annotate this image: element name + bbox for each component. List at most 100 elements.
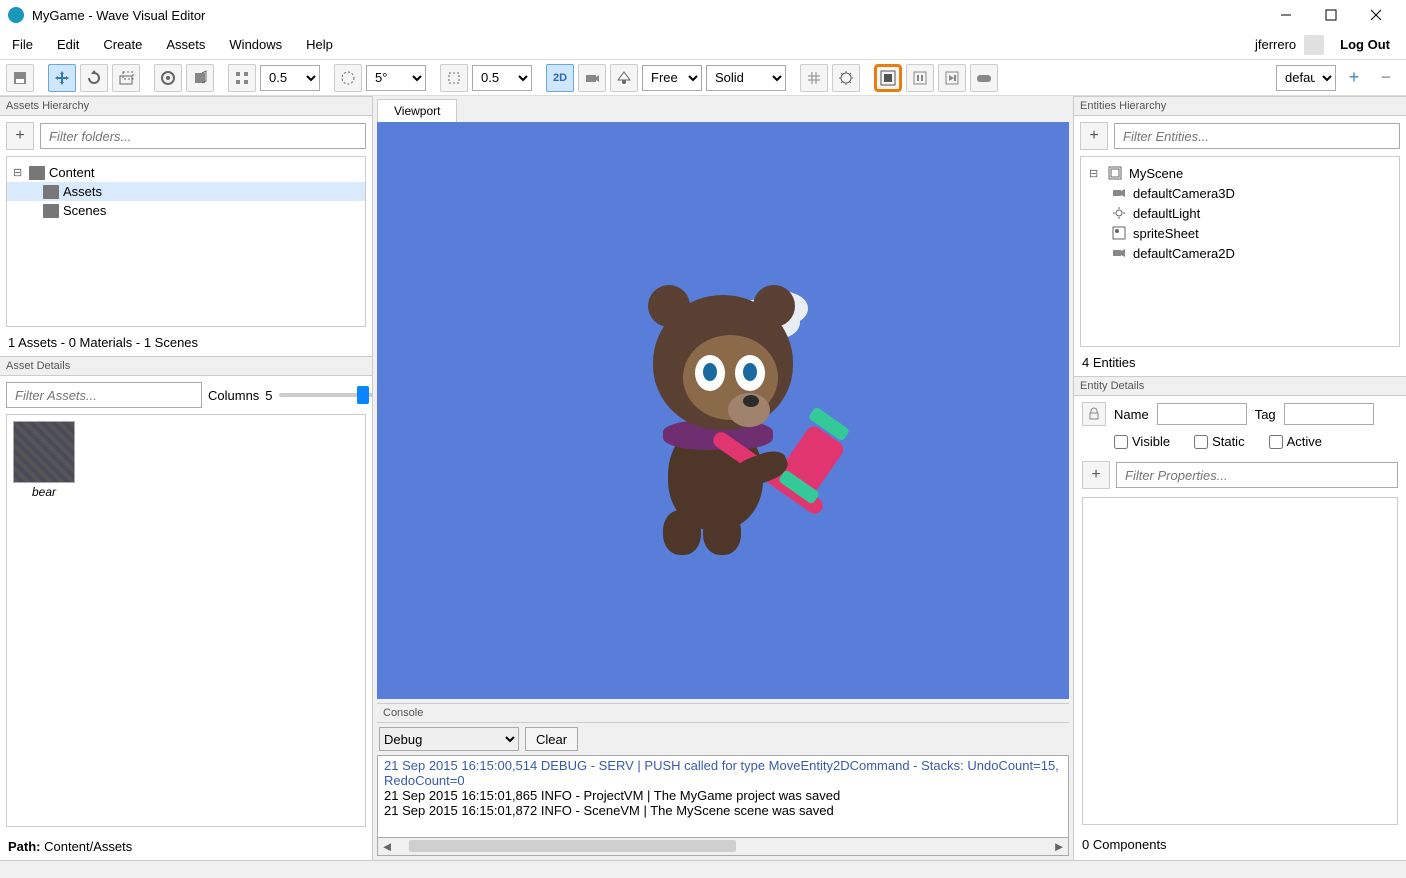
path-label: Path: bbox=[8, 839, 41, 854]
active-label: Active bbox=[1287, 434, 1322, 449]
console-header: Console bbox=[377, 703, 1069, 723]
name-label: Name bbox=[1114, 407, 1149, 422]
light-icon bbox=[1111, 205, 1127, 221]
asset-thumb-bear[interactable]: bear bbox=[13, 421, 75, 499]
snap-scale-value[interactable]: 0.5 bbox=[472, 65, 532, 91]
sprite-bear[interactable] bbox=[603, 255, 843, 555]
menu-file[interactable]: File bbox=[0, 30, 45, 59]
visible-checkbox[interactable] bbox=[1114, 435, 1128, 449]
add-layout[interactable]: + bbox=[1340, 64, 1368, 92]
scroll-right-arrow[interactable]: ► bbox=[1050, 838, 1068, 855]
entity-label: defaultLight bbox=[1133, 206, 1200, 221]
camera-focus[interactable] bbox=[610, 64, 638, 92]
entity-root-scene[interactable]: ⊟ MyScene bbox=[1081, 163, 1399, 183]
entity-label: MyScene bbox=[1129, 166, 1183, 181]
tree-root-content[interactable]: ⊟ Content bbox=[7, 163, 365, 182]
static-checkbox[interactable] bbox=[1194, 435, 1208, 449]
sprite-icon bbox=[1111, 225, 1127, 241]
close-button[interactable] bbox=[1353, 0, 1398, 30]
scale-tool[interactable] bbox=[112, 64, 140, 92]
viewport-tab[interactable]: Viewport bbox=[377, 99, 457, 122]
mode-2d[interactable]: 2D bbox=[546, 64, 574, 92]
camera-icon bbox=[1111, 245, 1127, 261]
step-button[interactable] bbox=[938, 64, 966, 92]
components-count: 0 Components bbox=[1074, 833, 1406, 860]
add-entity-button[interactable]: + bbox=[1080, 122, 1108, 150]
play-in-viewport[interactable] bbox=[874, 64, 902, 92]
console-level-select[interactable]: Debug bbox=[379, 727, 519, 751]
snap-move-value[interactable]: 0.5 bbox=[260, 65, 320, 91]
snap-rotate-value[interactable]: 5° bbox=[366, 65, 426, 91]
menu-assets[interactable]: Assets bbox=[154, 30, 217, 59]
console-horizontal-scrollbar[interactable]: ◄ ► bbox=[377, 838, 1069, 856]
log-line: 21 Sep 2015 16:15:01,865 INFO - ProjectV… bbox=[384, 788, 1062, 803]
camera-reset[interactable] bbox=[578, 64, 606, 92]
add-component-button[interactable]: + bbox=[1082, 461, 1110, 489]
log-line: 21 Sep 2015 16:15:00,514 DEBUG - SERV | … bbox=[384, 758, 1062, 788]
tree-item-scenes[interactable]: Scenes bbox=[7, 201, 365, 220]
asset-label: bear bbox=[32, 485, 56, 499]
camera-mode-select[interactable]: Free bbox=[642, 65, 702, 91]
filter-assets-input[interactable] bbox=[6, 382, 202, 408]
maximize-button[interactable] bbox=[1308, 0, 1353, 30]
lock-button[interactable] bbox=[1082, 402, 1106, 426]
layout-select[interactable]: default bbox=[1276, 65, 1336, 91]
menu-windows[interactable]: Windows bbox=[217, 30, 294, 59]
menu-edit[interactable]: Edit bbox=[45, 30, 91, 59]
menu-bar: File Edit Create Assets Windows Help jfe… bbox=[0, 30, 1406, 60]
assets-tree[interactable]: ⊟ Content Assets Scenes bbox=[6, 156, 366, 327]
rotate-tool[interactable] bbox=[80, 64, 108, 92]
entity-camera3d[interactable]: defaultCamera3D bbox=[1081, 183, 1399, 203]
filter-properties-input[interactable] bbox=[1116, 462, 1398, 488]
entity-label: spriteSheet bbox=[1133, 226, 1199, 241]
asset-thumbnail bbox=[13, 421, 75, 483]
user-avatar[interactable] bbox=[1304, 35, 1324, 55]
entities-tree[interactable]: ⊟ MyScene defaultCamera3D defaultLight s… bbox=[1080, 156, 1400, 347]
entity-tag-input[interactable] bbox=[1284, 403, 1374, 425]
entity-spritesheet[interactable]: spriteSheet bbox=[1081, 223, 1399, 243]
console-clear-button[interactable]: Clear bbox=[525, 727, 578, 751]
tree-item-assets[interactable]: Assets bbox=[7, 182, 365, 201]
pause-button[interactable] bbox=[906, 64, 934, 92]
columns-label: Columns bbox=[208, 388, 259, 403]
move-tool[interactable] bbox=[48, 64, 76, 92]
entity-name-input[interactable] bbox=[1157, 403, 1247, 425]
snap-rotate[interactable] bbox=[334, 64, 362, 92]
remove-layout[interactable]: − bbox=[1372, 64, 1400, 92]
grid-settings[interactable] bbox=[832, 64, 860, 92]
window-title: MyGame - Wave Visual Editor bbox=[32, 8, 1263, 23]
save-button[interactable] bbox=[6, 64, 34, 92]
grid-toggle[interactable] bbox=[800, 64, 828, 92]
minimize-button[interactable] bbox=[1263, 0, 1308, 30]
scroll-thumb[interactable] bbox=[409, 840, 736, 852]
collapse-icon[interactable]: ⊟ bbox=[13, 166, 25, 179]
game-view[interactable] bbox=[970, 64, 998, 92]
snap-scale[interactable] bbox=[440, 64, 468, 92]
folder-icon bbox=[43, 204, 59, 218]
pivot-world[interactable] bbox=[154, 64, 182, 92]
assets-status: 1 Assets - 0 Materials - 1 Scenes bbox=[0, 331, 372, 356]
scroll-left-arrow[interactable]: ◄ bbox=[378, 838, 396, 855]
pivot-local[interactable] bbox=[186, 64, 214, 92]
menu-create[interactable]: Create bbox=[91, 30, 154, 59]
snap-move[interactable] bbox=[228, 64, 256, 92]
asset-grid[interactable]: bear bbox=[6, 414, 366, 827]
entity-label: defaultCamera3D bbox=[1133, 186, 1235, 201]
menu-help[interactable]: Help bbox=[294, 30, 345, 59]
tree-label: Scenes bbox=[63, 203, 106, 218]
console-log[interactable]: 21 Sep 2015 16:15:00,514 DEBUG - SERV | … bbox=[377, 755, 1069, 838]
scene-icon bbox=[1107, 165, 1123, 181]
filter-entities-input[interactable] bbox=[1114, 123, 1400, 149]
viewport[interactable] bbox=[377, 122, 1069, 699]
columns-value: 5 bbox=[265, 388, 272, 403]
entity-light[interactable]: defaultLight bbox=[1081, 203, 1399, 223]
filter-folders-input[interactable] bbox=[40, 123, 366, 149]
shading-select[interactable]: Solid bbox=[706, 65, 786, 91]
add-folder-button[interactable]: + bbox=[6, 122, 34, 150]
camera-icon bbox=[1111, 185, 1127, 201]
active-checkbox[interactable] bbox=[1269, 435, 1283, 449]
static-label: Static bbox=[1212, 434, 1245, 449]
entity-camera2d[interactable]: defaultCamera2D bbox=[1081, 243, 1399, 263]
collapse-icon[interactable]: ⊟ bbox=[1089, 167, 1101, 180]
logout-button[interactable]: Log Out bbox=[1332, 33, 1398, 56]
